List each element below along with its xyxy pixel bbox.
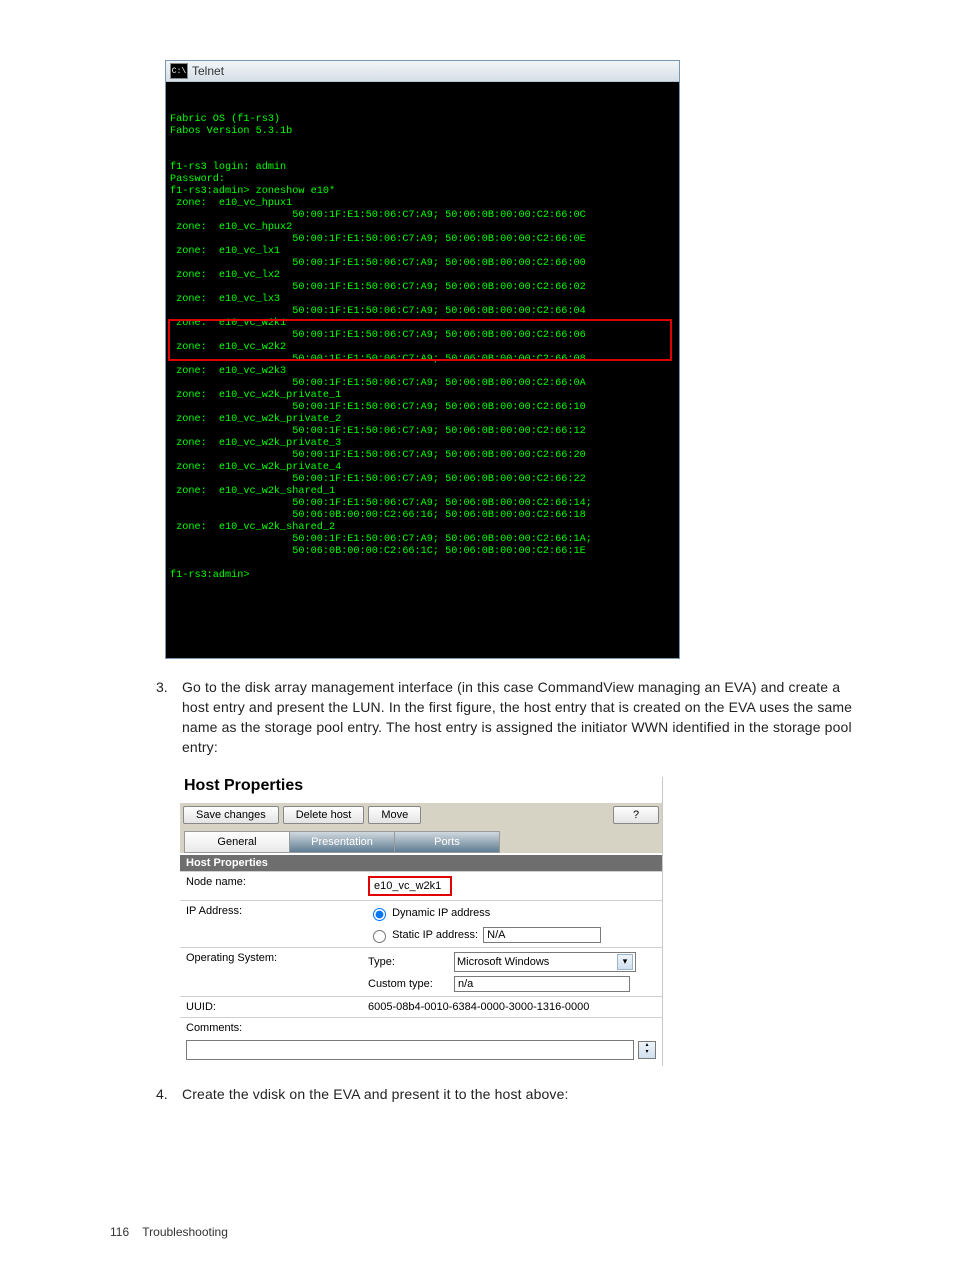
steps-list: 3. Go to the disk array management inter… <box>110 677 864 757</box>
step-3: 3. Go to the disk array management inter… <box>156 677 864 757</box>
tab-general[interactable]: General <box>184 831 290 853</box>
chevron-up-icon: ▴ <box>639 1042 655 1049</box>
ip-address-label: IP Address: <box>180 901 362 948</box>
os-type-label: Type: <box>368 956 446 968</box>
step-4-body: Create the vdisk on the EVA and present … <box>182 1084 864 1104</box>
host-grid: Node name: e10_vc_w2k1 IP Address: Dynam… <box>180 871 662 1038</box>
step-3-body: Go to the disk array management interfac… <box>182 677 864 757</box>
chevron-down-icon: ▾ <box>639 1049 655 1056</box>
page-number: 116 <box>110 1225 129 1239</box>
tab-presentation[interactable]: Presentation <box>289 831 395 853</box>
cmd-icon: C:\ <box>170 63 188 79</box>
node-name-label: Node name: <box>180 872 362 901</box>
host-section-head: Host Properties <box>180 855 662 871</box>
uuid-value: 6005-08b4-0010-6384-0000-3000-1316-0000 <box>362 997 662 1018</box>
host-panel-title: Host Properties <box>184 777 662 795</box>
os-custom-input[interactable]: n/a <box>454 976 630 992</box>
os-custom-label: Custom type: <box>368 978 446 990</box>
telnet-output-text: Fabric OS (f1-rs3) Fabos Version 5.3.1b … <box>170 114 592 581</box>
os-type-value: Microsoft Windows <box>457 956 549 968</box>
telnet-window: C:\ Telnet Fabric OS (f1-rs3) Fabos Vers… <box>165 60 680 659</box>
comments-row: ▴▾ <box>180 1038 662 1060</box>
tab-ports[interactable]: Ports <box>394 831 500 853</box>
help-button[interactable]: ? <box>613 806 659 824</box>
move-button[interactable]: Move <box>368 806 421 824</box>
ip-dynamic-label: Dynamic IP address <box>392 907 490 919</box>
ip-static-radio[interactable] <box>373 930 386 943</box>
comments-spinner[interactable]: ▴▾ <box>638 1041 656 1059</box>
ip-static-input[interactable]: N/A <box>483 927 601 943</box>
host-toolbar: Save changes Delete host Move ? <box>180 803 662 827</box>
save-changes-button[interactable]: Save changes <box>183 806 279 824</box>
steps-list-2: 4. Create the vdisk on the EVA and prese… <box>110 1084 864 1104</box>
comments-input[interactable] <box>186 1040 634 1060</box>
ip-dynamic-radio[interactable] <box>373 908 386 921</box>
os-label: Operating System: <box>180 948 362 997</box>
telnet-title-bar: C:\ Telnet <box>166 61 679 82</box>
host-tabs: General Presentation Ports <box>180 827 662 853</box>
comments-label: Comments: <box>180 1018 362 1039</box>
telnet-body: Fabric OS (f1-rs3) Fabos Version 5.3.1b … <box>166 82 679 658</box>
os-type-select[interactable]: Microsoft Windows ▾ <box>454 952 636 972</box>
host-properties-panel: Host Properties Save changes Delete host… <box>180 777 663 1066</box>
ip-static-label: Static IP address: <box>392 929 478 941</box>
step-4-number: 4. <box>156 1084 182 1104</box>
step-3-number: 3. <box>156 677 182 757</box>
step-4: 4. Create the vdisk on the EVA and prese… <box>156 1084 864 1104</box>
telnet-title: Telnet <box>192 64 224 78</box>
node-name-input[interactable]: e10_vc_w2k1 <box>368 876 452 896</box>
footer-section: Troubleshooting <box>142 1225 228 1239</box>
page-footer: 116 Troubleshooting <box>110 1225 228 1239</box>
delete-host-button[interactable]: Delete host <box>283 806 365 824</box>
uuid-label: UUID: <box>180 997 362 1018</box>
chevron-down-icon: ▾ <box>617 954 633 970</box>
